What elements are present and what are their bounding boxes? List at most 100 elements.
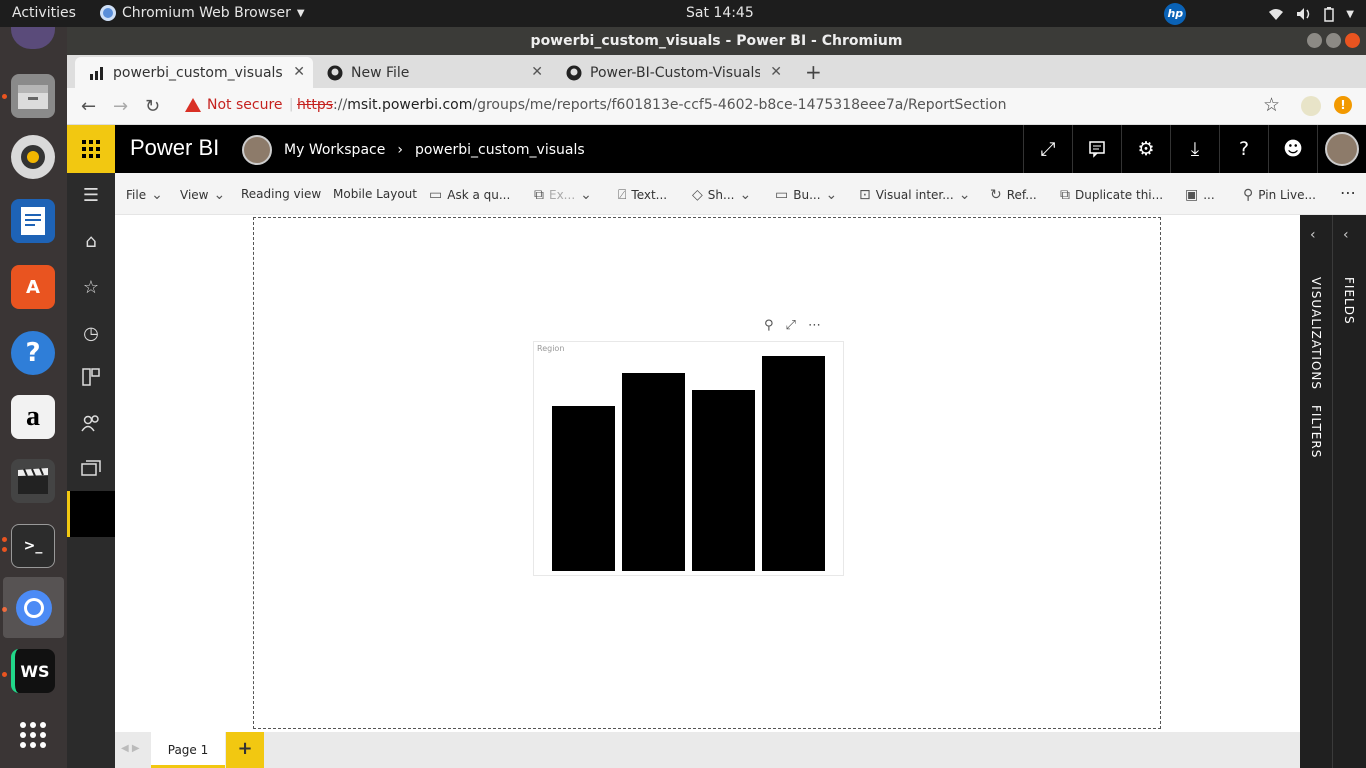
duplicate-page-button[interactable]: ⧉ Duplicate thi... xyxy=(1060,187,1163,203)
settings-gear-icon[interactable]: ⚙ xyxy=(1121,125,1170,173)
webstorm-icon[interactable]: WS xyxy=(11,649,55,693)
filters-label[interactable]: FILTERS xyxy=(1309,405,1323,458)
window-controls xyxy=(1307,33,1360,48)
expand-chevron-icon[interactable]: ‹ xyxy=(1343,227,1349,243)
close-tab-icon[interactable]: ✕ xyxy=(293,64,305,80)
close-tab-icon[interactable]: ✕ xyxy=(770,64,782,80)
bar-4[interactable] xyxy=(762,356,825,571)
clock[interactable]: Sat 14:45 xyxy=(686,5,754,21)
selected-nav-item[interactable] xyxy=(67,491,115,537)
bar-1[interactable] xyxy=(552,406,615,571)
report-page[interactable]: ⚲ ⤢ ⋯ Region xyxy=(253,217,1161,729)
mobile-layout-button[interactable]: Mobile Layout xyxy=(333,187,417,201)
bar-chart-visual[interactable]: Region xyxy=(533,341,844,576)
system-tray[interactable]: hp ▼ xyxy=(1164,3,1354,25)
tab-powerbi[interactable]: powerbi_custom_visuals - ✕ xyxy=(75,57,313,88)
extension-alert-icon[interactable]: ! xyxy=(1334,96,1352,114)
duplicate-icon: ⧉ xyxy=(1060,187,1070,203)
tab-github-repo[interactable]: Power-BI-Custom-Visuals ✕ xyxy=(552,57,790,88)
help-question-icon[interactable]: ? xyxy=(1219,125,1268,173)
pin-visual-icon[interactable]: ⚲ xyxy=(764,318,774,333)
writer-icon[interactable] xyxy=(11,199,55,243)
minimize-button[interactable] xyxy=(1307,33,1322,48)
side-panes: ‹ VISUALIZATIONS FILTERS ‹ FIELDS xyxy=(1300,215,1366,768)
more-options-icon[interactable]: ⋯ xyxy=(1340,183,1356,202)
ask-question-button[interactable]: ▭ Ask a qu... xyxy=(429,187,510,203)
workspaces-icon[interactable] xyxy=(67,447,115,491)
feedback-smiley-icon[interactable]: ☻ xyxy=(1268,125,1317,173)
download-icon[interactable]: ⤓ xyxy=(1170,125,1219,173)
recent-clock-icon[interactable]: ◷ xyxy=(67,311,115,355)
software-center-icon[interactable]: A xyxy=(11,265,55,309)
powerbi-brand[interactable]: Power BI xyxy=(130,135,219,161)
expand-chevron-icon[interactable]: ‹ xyxy=(1310,227,1316,243)
reload-button[interactable]: ↻ xyxy=(145,96,160,117)
explore-icon: ⧉ xyxy=(534,187,544,203)
save-button[interactable]: ▣... xyxy=(1185,187,1215,203)
fullscreen-icon[interactable]: ⤢ xyxy=(1023,125,1072,173)
refresh-button[interactable]: ↻ Ref... xyxy=(990,187,1037,203)
apps-icon[interactable] xyxy=(67,355,115,399)
security-indicator[interactable]: Not secure xyxy=(185,97,283,113)
text-box-icon: ⍁ xyxy=(618,187,627,203)
help-icon[interactable]: ? xyxy=(11,331,55,375)
text-box-button[interactable]: ⍁ Text... xyxy=(618,187,667,203)
hamburger-menu-icon[interactable]: ☰ xyxy=(67,173,115,217)
file-menu[interactable]: File ⌄ xyxy=(126,187,163,203)
close-tab-icon[interactable]: ✕ xyxy=(531,64,543,80)
chevron-down-icon: ⌄ xyxy=(151,187,163,203)
focus-mode-icon[interactable]: ⤢ xyxy=(786,318,796,333)
reading-view-button[interactable]: Reading view xyxy=(241,187,321,201)
report-name[interactable]: powerbi_custom_visuals xyxy=(415,142,585,158)
page-tab-1[interactable]: Page 1 xyxy=(151,732,225,768)
chevron-down-icon: ⌄ xyxy=(958,187,971,203)
new-tab-button[interactable]: + xyxy=(805,60,822,84)
chevron-right-icon: › xyxy=(397,142,403,158)
visual-interactions-button[interactable]: ⊡ Visual inter... ⌄ xyxy=(859,187,970,203)
bookmark-star-icon[interactable]: ☆ xyxy=(1263,94,1280,116)
url-separator: :// xyxy=(333,97,348,113)
tab-title: New File xyxy=(351,64,410,81)
extension-icon[interactable] xyxy=(1301,96,1321,116)
address-bar[interactable]: https://msit.powerbi.com/groups/me/repor… xyxy=(297,97,1006,113)
shared-with-me-icon[interactable] xyxy=(67,401,115,445)
visual-more-options-icon[interactable]: ⋯ xyxy=(808,318,821,333)
show-applications-icon[interactable] xyxy=(11,713,55,757)
shapes-icon: ◇ xyxy=(692,187,703,203)
view-menu[interactable]: View ⌄ xyxy=(180,187,225,203)
home-icon[interactable]: ⌂ xyxy=(67,219,115,263)
add-page-button[interactable]: + xyxy=(226,732,264,768)
back-button[interactable]: ← xyxy=(81,96,96,117)
tab-new-file[interactable]: New File ✕ xyxy=(313,57,551,88)
notifications-icon[interactable] xyxy=(1072,125,1121,173)
user-avatar[interactable] xyxy=(1317,125,1366,173)
terminal-icon[interactable]: >_ xyxy=(11,524,55,568)
app-launcher-icon[interactable] xyxy=(67,125,115,173)
chromium-dock-icon[interactable] xyxy=(3,577,64,638)
report-canvas: ⚲ ⤢ ⋯ Region ◀ ▶ Page 1 + xyxy=(115,215,1300,768)
bar-2[interactable] xyxy=(622,373,685,571)
app-menu[interactable]: Chromium Web Browser ▼ xyxy=(100,5,305,21)
visualizations-pane[interactable]: ‹ VISUALIZATIONS FILTERS xyxy=(1300,215,1333,768)
dock-partial-app-icon[interactable] xyxy=(11,27,55,49)
explore-button[interactable]: ⧉ Ex... ⌄ xyxy=(534,187,592,203)
close-window-button[interactable] xyxy=(1345,33,1360,48)
workspace-avatar xyxy=(242,135,272,165)
shapes-button[interactable]: ◇ Sh... ⌄ xyxy=(692,187,751,203)
favorites-star-icon[interactable]: ☆ xyxy=(67,265,115,309)
files-icon[interactable] xyxy=(11,74,55,118)
fields-pane[interactable]: ‹ FIELDS xyxy=(1333,215,1366,768)
url-scheme: https xyxy=(297,97,334,113)
forward-button[interactable]: → xyxy=(113,96,128,117)
bar-3[interactable] xyxy=(692,390,755,571)
buttons-button[interactable]: ▭ Bu... ⌄ xyxy=(775,187,837,203)
workspace-link[interactable]: My Workspace xyxy=(284,142,385,158)
activities-button[interactable]: Activities xyxy=(12,5,76,21)
pin-live-page-button[interactable]: ⚲ Pin Live... xyxy=(1243,187,1316,203)
rhythmbox-icon[interactable] xyxy=(11,135,55,179)
window-titlebar[interactable]: powerbi_custom_visuals - Power BI - Chro… xyxy=(67,27,1366,55)
page-scroll-arrows[interactable]: ◀ ▶ xyxy=(121,743,140,754)
maximize-button[interactable] xyxy=(1326,33,1341,48)
video-editor-icon[interactable] xyxy=(11,459,55,503)
amazon-icon[interactable]: a xyxy=(11,395,55,439)
